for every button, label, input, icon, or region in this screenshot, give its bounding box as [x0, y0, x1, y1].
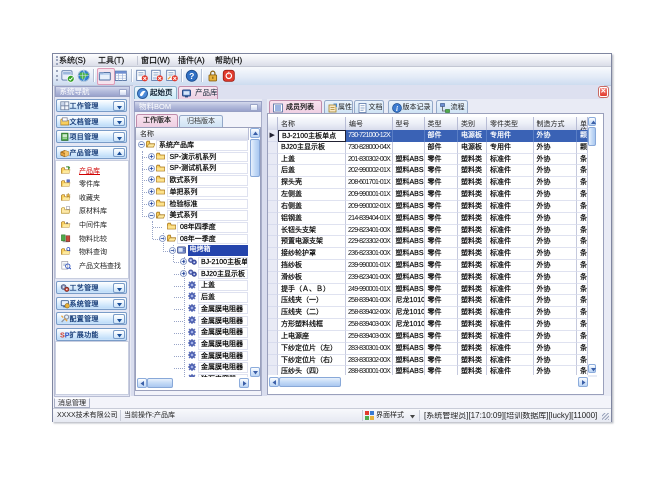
svg-text:S: S — [60, 330, 65, 339]
svg-text:i: i — [396, 105, 398, 113]
svg-text:?: ? — [189, 71, 194, 81]
